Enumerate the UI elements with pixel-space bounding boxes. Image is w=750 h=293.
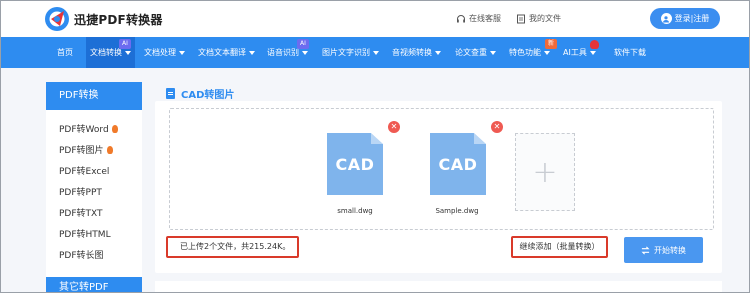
- nav-featured[interactable]: 特色功能: [509, 37, 550, 68]
- delete-file-icon[interactable]: ✕: [491, 121, 503, 133]
- chevron-down-icon: [435, 50, 441, 55]
- app-logo-icon[interactable]: [44, 6, 70, 32]
- sidebar-item-pdf-to-txt[interactable]: PDF转TXT: [59, 206, 103, 219]
- file-card-sample[interactable]: CAD: [430, 133, 486, 195]
- start-convert-button[interactable]: 开始转换: [624, 237, 703, 263]
- nav-image-ocr[interactable]: 图片文字识别: [322, 37, 379, 68]
- my-files-link[interactable]: 我的文件: [516, 13, 561, 24]
- chevron-down-icon: [179, 50, 185, 55]
- sidebar-item-pdf-to-image[interactable]: PDF转图片: [59, 143, 113, 156]
- file-ext: CAD: [335, 155, 375, 174]
- chevron-down-icon: [544, 50, 550, 55]
- sidebar: PDF转换 PDF转Word PDF转图片 PDF转Excel PDF转PPT …: [46, 82, 142, 293]
- chevron-down-icon: [125, 50, 131, 55]
- nav-paper-check[interactable]: 论文查重: [455, 37, 496, 68]
- main-nav: 首页 文档转换 AI 文档处理 文档文本翻译 语音识别 AI 图片文字识别 音视…: [0, 37, 750, 68]
- hot-badge-icon: [590, 40, 599, 49]
- chevron-down-icon: [302, 50, 308, 55]
- add-file-button[interactable]: +: [515, 133, 575, 211]
- nav-home[interactable]: 首页: [57, 37, 73, 68]
- sidebar-item-pdf-to-word[interactable]: PDF转Word: [59, 122, 118, 135]
- upload-status: 已上传2个文件，共215.24K。: [166, 236, 299, 258]
- login-register-button[interactable]: 登录|注册: [650, 8, 720, 29]
- ai-badge: AI: [119, 39, 131, 49]
- continue-add-button[interactable]: 继续添加（批量转换）: [511, 236, 608, 258]
- document-icon: [166, 88, 175, 99]
- fire-icon: [106, 145, 113, 154]
- app-name[interactable]: 迅捷PDF转换器: [74, 11, 163, 28]
- chevron-down-icon: [490, 50, 496, 55]
- next-panel: [155, 281, 722, 293]
- my-files-label: 我的文件: [529, 14, 561, 23]
- nav-software-download[interactable]: 软件下载: [614, 37, 646, 68]
- convert-icon: [641, 246, 650, 254]
- plus-icon: +: [532, 154, 558, 190]
- user-icon: [660, 13, 672, 24]
- login-register-label: 登录|注册: [674, 14, 710, 23]
- headset-icon: [457, 14, 465, 22]
- chevron-down-icon: [589, 50, 596, 55]
- nav-document-process[interactable]: 文档处理: [144, 37, 185, 68]
- file-icon: [517, 14, 525, 23]
- fire-icon: [111, 124, 118, 133]
- file-ext: CAD: [438, 155, 478, 174]
- nav-media-convert[interactable]: 音视频转换: [392, 37, 441, 68]
- nav-document-translate[interactable]: 文档文本翻译: [198, 37, 255, 68]
- page-title: CAD转图片: [166, 86, 234, 101]
- new-badge: 新: [545, 39, 558, 49]
- ai-badge: AI: [297, 39, 309, 49]
- sidebar-heading: PDF转换: [46, 82, 142, 110]
- delete-file-icon[interactable]: ✕: [388, 121, 400, 133]
- file-name: small.dwg: [337, 207, 373, 215]
- sidebar-item-pdf-to-html[interactable]: PDF转HTML: [59, 227, 111, 240]
- online-service-link[interactable]: 在线客服: [456, 13, 501, 24]
- chevron-down-icon: [249, 50, 255, 55]
- sidebar-item-pdf-to-excel[interactable]: PDF转Excel: [59, 164, 109, 177]
- sidebar-item-pdf-to-long-image[interactable]: PDF转长图: [59, 248, 104, 261]
- sidebar-heading-other: 其它转PDF: [46, 277, 142, 293]
- file-name: Sample.dwg: [435, 207, 479, 215]
- sidebar-item-pdf-to-ppt[interactable]: PDF转PPT: [59, 185, 102, 198]
- chevron-down-icon: [373, 50, 379, 55]
- file-card-small[interactable]: CAD: [327, 133, 383, 195]
- top-bar: 迅捷PDF转换器 在线客服 我的文件 登录|注册: [0, 0, 750, 37]
- online-service-label: 在线客服: [469, 14, 501, 23]
